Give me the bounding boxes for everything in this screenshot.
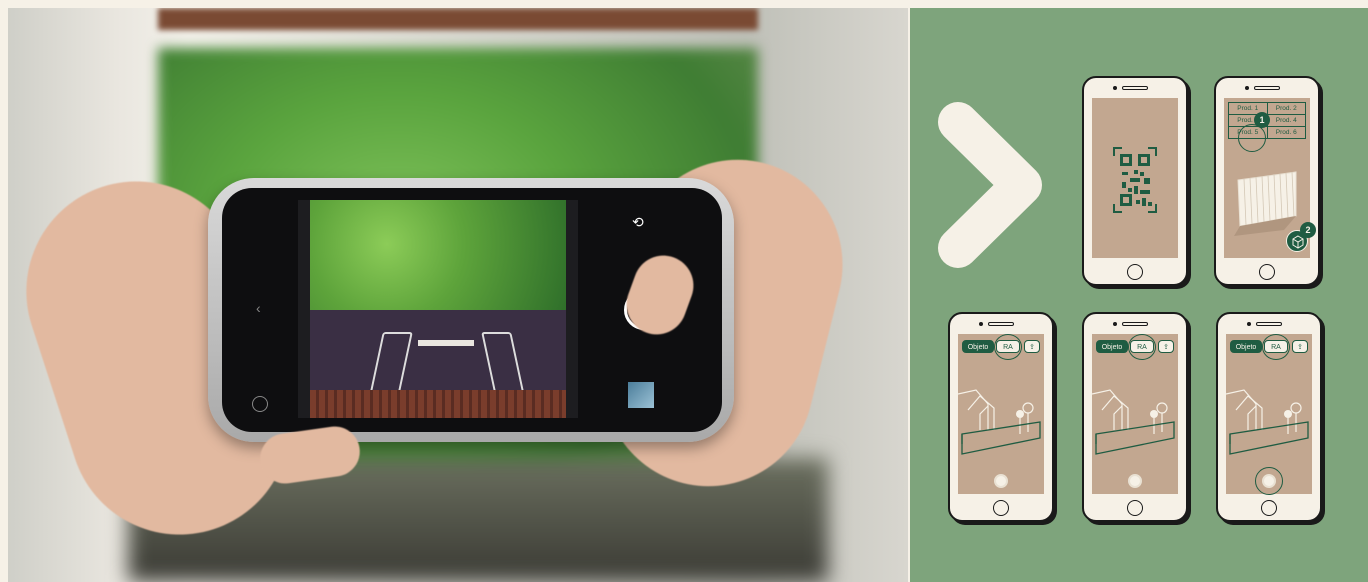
ar-scene-drawing	[1092, 389, 1175, 455]
viewfinder-fence	[310, 310, 566, 390]
illustration: ⟲ ‹ Prod. 1 Prod. 2 Prod. 3 Prod. 4 Prod…	[0, 0, 1368, 582]
viewfinder-deck	[310, 390, 566, 418]
viewfinder-trees	[310, 200, 566, 310]
phone-screen: Objeto RA ⇪	[1226, 334, 1312, 495]
phone-home-button	[1127, 500, 1143, 516]
phone-home-button	[1259, 264, 1275, 280]
phone-screen: Objeto RA ⇪	[958, 334, 1044, 494]
camera-switch-icon: ⟲	[632, 214, 644, 230]
phone-speaker	[1254, 86, 1280, 90]
phone-camera	[1247, 322, 1251, 326]
phone-mockup-qr-scan	[1082, 76, 1188, 286]
window-frame	[158, 8, 758, 30]
highlight-ring	[1255, 467, 1283, 495]
back-chevron-icon: ‹	[256, 300, 261, 316]
step-badge: 2	[1300, 222, 1316, 238]
phone-speaker	[1256, 322, 1282, 326]
phone-speaker	[1122, 86, 1148, 90]
camera-viewfinder	[298, 200, 578, 418]
phone-camera	[979, 322, 983, 326]
phone-home-button	[1261, 500, 1277, 516]
qr-code-icon	[1113, 147, 1157, 213]
shutter-icon[interactable]	[994, 474, 1008, 488]
shutter-icon[interactable]	[1128, 474, 1142, 488]
phone-speaker	[988, 322, 1014, 326]
phone-screen	[1092, 98, 1178, 258]
flash-icon	[252, 396, 268, 412]
phone-mockup-product-selection: Prod. 1 Prod. 2 Prod. 3 Prod. 4 Prod. 5 Pro…	[1214, 76, 1320, 286]
phone-camera	[1113, 322, 1117, 326]
phone-speaker	[1122, 322, 1148, 326]
phone-mockup-ar-step-2: Objeto RA ⇪	[1082, 312, 1188, 522]
chevron-right-icon	[938, 102, 1042, 268]
ar-scene-drawing	[958, 389, 1041, 455]
phone-home-button	[993, 500, 1009, 516]
phone-camera	[1245, 86, 1249, 90]
gallery-thumbnail	[628, 382, 654, 408]
phone-screen: Prod. 1 Prod. 2 Prod. 3 Prod. 4 Prod. 5 Pro…	[1224, 98, 1316, 258]
viewfinder-table	[418, 340, 474, 346]
phone-home-button	[1127, 264, 1143, 280]
phone-mockup-ar-step-1: Objeto RA ⇪	[948, 312, 1054, 522]
phone-camera	[1113, 86, 1117, 90]
phone-screen: Objeto RA ⇪	[1092, 334, 1178, 494]
how-it-works-panel: Prod. 1 Prod. 2 Prod. 3 Prod. 4 Prod. 5 Pro…	[910, 8, 1368, 582]
phone-mockup-ar-step-3: Objeto RA ⇪	[1216, 312, 1322, 522]
